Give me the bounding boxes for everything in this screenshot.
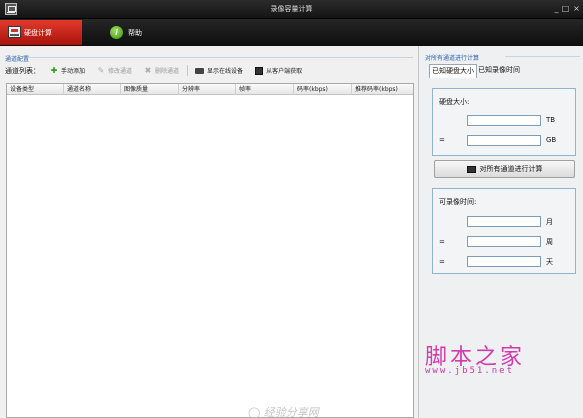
fetch-from-client-label: 从客户端获取 (266, 68, 303, 75)
channel-toolbar: 通道列表： ✚ 手动添加 ✎ 修改通道 ✖ 删除通道 显示在线设备 从客户端获取 (5, 64, 310, 77)
watermark-faint: ◯ 经验分享网 (248, 406, 319, 418)
disk-size-tb-input[interactable] (467, 115, 541, 126)
gb-unit-label: GB (546, 136, 557, 144)
column-resolution[interactable]: 分辨率 (179, 84, 236, 95)
fetch-icon (255, 66, 264, 75)
help-icon: i (110, 26, 123, 39)
tab-help[interactable]: i 帮助 (104, 20, 174, 45)
edit-icon: ✎ (97, 65, 105, 75)
show-online-devices-label: 显示在线设备 (207, 68, 244, 75)
record-months-input[interactable] (467, 216, 541, 227)
record-days-input[interactable] (467, 256, 541, 267)
tab-known-record-time[interactable]: 已知录像时间 (476, 64, 522, 77)
record-weeks-input[interactable] (467, 236, 541, 247)
table-header: 设备类型 通道名称 图像质量 分辨率 帧率 码率(kbps) 推荐码率(kbps… (7, 84, 413, 95)
equals-label: = (439, 238, 445, 246)
header-divider (505, 56, 580, 57)
column-bitrate[interactable]: 码率(kbps) (294, 84, 352, 95)
fetch-from-client-button[interactable]: 从客户端获取 (251, 64, 307, 77)
calculate-button-label: 对所有通道进行计算 (479, 165, 543, 173)
week-unit-label: 周 (546, 238, 553, 246)
show-online-devices-button[interactable]: 显示在线设备 (191, 64, 248, 77)
toolbar-separator (187, 65, 189, 76)
main-tab-bar: 硬盘计算 i 帮助 (0, 19, 583, 46)
device-icon (195, 67, 205, 74)
edit-channel-label: 修改通道 (108, 68, 133, 75)
tab-disk-calculation[interactable]: 硬盘计算 (0, 20, 82, 45)
minimize-button[interactable]: _ (552, 3, 561, 15)
column-image-quality[interactable]: 图像质量 (121, 84, 179, 95)
delete-channel-label: 删除通道 (155, 68, 180, 75)
header-divider (28, 57, 413, 58)
tab-known-disk-size[interactable]: 已知硬盘大小 (429, 64, 477, 78)
equals-label: = (439, 136, 445, 144)
window-title: 录像容量计算 (270, 5, 313, 13)
disk-size-title: 硬盘大小: (439, 98, 470, 106)
maximize-button[interactable]: □ (561, 3, 570, 15)
calculation-header: 对所有通道进行计算 (425, 55, 480, 62)
equals-label: = (439, 258, 445, 266)
disk-size-gb-input[interactable] (467, 135, 541, 146)
day-unit-label: 天 (546, 258, 553, 266)
delete-icon: ✖ (144, 65, 152, 75)
column-channel-name[interactable]: 通道名称 (64, 84, 121, 95)
record-time-group: 可录像时间: 月 = 周 = 天 (432, 188, 576, 274)
calculate-all-channels-button[interactable]: 对所有通道进行计算 (434, 160, 575, 178)
disk-icon (8, 26, 21, 38)
channel-list-label: 通道列表： (5, 66, 40, 75)
tb-unit-label: TB (546, 116, 556, 124)
column-frame-rate[interactable]: 帧率 (236, 84, 294, 95)
calculator-icon (466, 165, 476, 173)
channel-table[interactable]: 设备类型 通道名称 图像质量 分辨率 帧率 码率(kbps) 推荐码率(kbps… (6, 83, 414, 418)
watermark-url: www.jb51.net (425, 366, 515, 376)
month-unit-label: 月 (546, 218, 553, 226)
column-device-type[interactable]: 设备类型 (7, 84, 64, 95)
close-button[interactable]: × (572, 3, 581, 15)
tab-help-label: 帮助 (128, 28, 142, 37)
delete-channel-button[interactable]: ✖ 删除通道 (140, 64, 184, 77)
tab-disk-calculation-label: 硬盘计算 (24, 28, 52, 37)
record-time-title: 可录像时间: (439, 198, 477, 206)
channel-config-header: 通道配置 (5, 56, 30, 63)
edit-channel-button[interactable]: ✎ 修改通道 (93, 64, 137, 77)
title-bar: 录像容量计算 _ □ × (0, 0, 583, 19)
add-channel-label: 手动添加 (61, 68, 86, 75)
channel-config-panel: 通道配置 通道列表： ✚ 手动添加 ✎ 修改通道 ✖ 删除通道 显示在线设备 从… (0, 46, 418, 418)
column-recommended-bitrate[interactable]: 推荐码率(kbps) (352, 84, 413, 95)
disk-size-group: 硬盘大小: TB = GB (432, 88, 576, 156)
plus-icon: ✚ (50, 65, 58, 75)
add-channel-button[interactable]: ✚ 手动添加 (46, 64, 90, 77)
